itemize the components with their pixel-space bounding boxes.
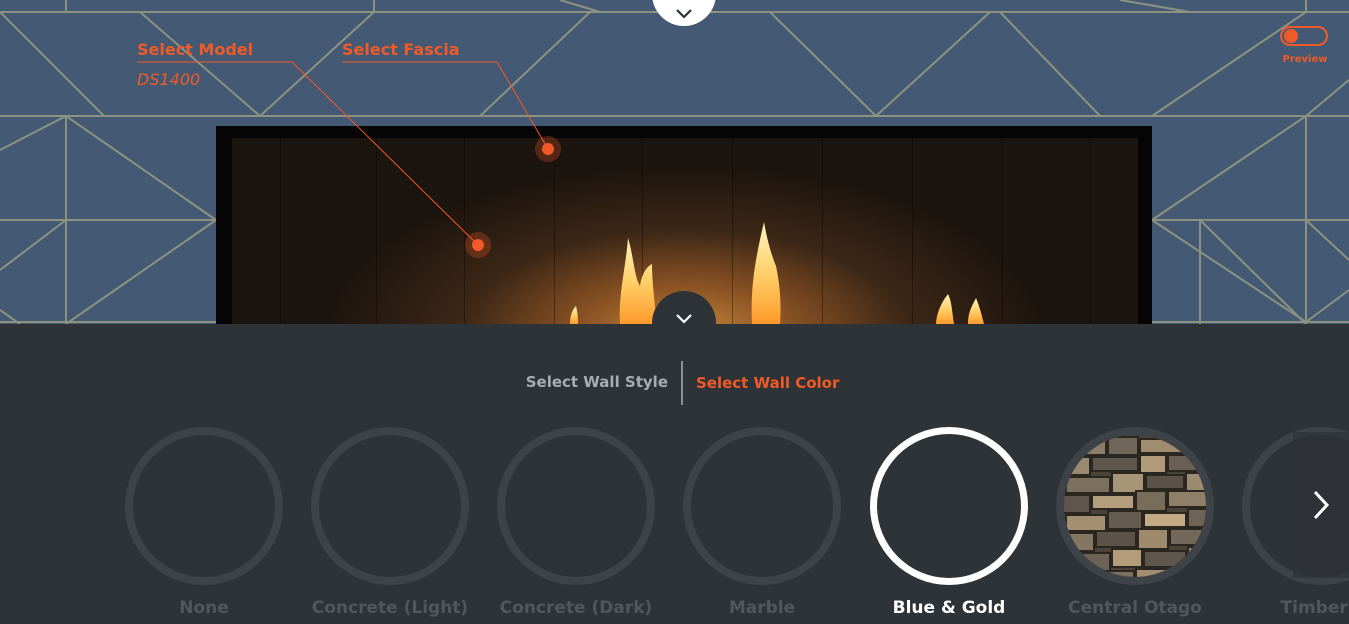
swatch-label: Marble xyxy=(728,598,796,618)
preview-label: Preview xyxy=(1282,54,1328,65)
swatch-label: Concrete (Light) xyxy=(311,598,469,618)
collapse-panel-button[interactable] xyxy=(652,291,716,355)
model-name: DS1400 xyxy=(137,70,201,89)
toggle-knob xyxy=(1284,29,1298,43)
chevron-right-icon xyxy=(1313,490,1330,520)
swatch-blue-gold[interactable] xyxy=(870,427,1028,585)
next-swatches-button[interactable] xyxy=(1293,432,1349,578)
chevron-down-icon xyxy=(676,314,692,324)
swatch-label-selected: Blue & Gold xyxy=(892,598,1006,618)
swatch-label: Central Otago xyxy=(1068,598,1202,618)
stone-texture xyxy=(1064,435,1206,577)
swatch-concrete-light[interactable] xyxy=(311,427,469,585)
tab-wall-color[interactable]: Select Wall Color xyxy=(696,374,839,392)
preview-toggle[interactable] xyxy=(1280,26,1328,46)
select-fascia-link[interactable]: Select Fascia xyxy=(342,40,460,59)
swatch-label: Concrete (Dark) xyxy=(499,598,653,618)
fireplace-preview-scene: Select Model DS1400 Select Fascia Previe… xyxy=(0,0,1349,324)
swatch-label: None xyxy=(179,598,229,618)
model-hotspot[interactable] xyxy=(465,232,491,258)
option-tabs: Select Wall Style Select Wall Color xyxy=(0,361,1349,405)
swatch-marble[interactable] xyxy=(683,427,841,585)
swatch-none[interactable] xyxy=(125,427,283,585)
swatch-concrete-dark[interactable] xyxy=(497,427,655,585)
tab-divider xyxy=(681,361,683,405)
swatch-label: Timber ( xyxy=(1280,598,1349,618)
swatch-central-otago[interactable] xyxy=(1056,427,1214,585)
tab-wall-style[interactable]: Select Wall Style xyxy=(526,373,668,391)
chevron-down-icon xyxy=(676,9,692,19)
fascia-hotspot[interactable] xyxy=(535,136,561,162)
select-model-link[interactable]: Select Model xyxy=(137,40,253,59)
